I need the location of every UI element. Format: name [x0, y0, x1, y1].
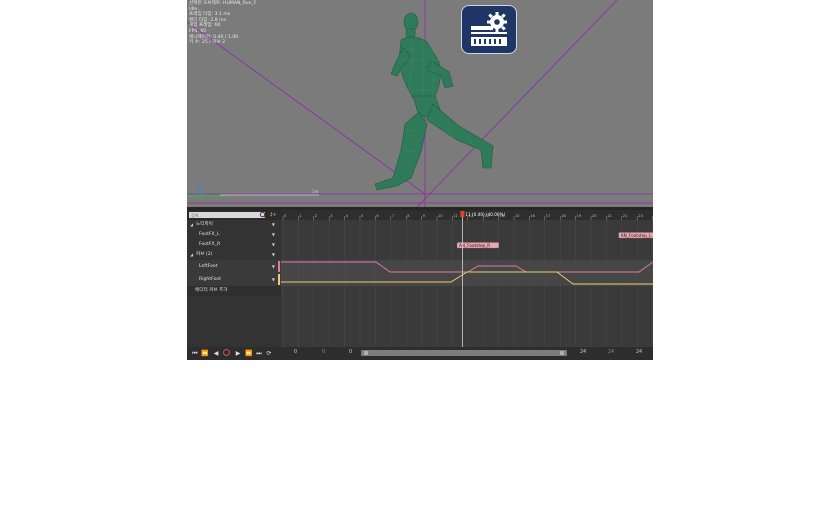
curve-color-swatch [278, 261, 280, 272]
ruler-tick-label: 22 [623, 214, 628, 218]
dropdown-arrow-icon[interactable]: ▼ [272, 240, 275, 250]
search-icon[interactable] [259, 211, 267, 219]
track-search-row: ‡+ [187, 210, 281, 220]
track-row-footfx-r[interactable]: FootFX_R ▼ [187, 240, 281, 250]
curve-row-leftfoot[interactable]: LeftFoot ▼ [187, 260, 281, 273]
ruler-tick-label: 23 [638, 214, 643, 218]
timeline-canvas[interactable]: 0123456789101112131415161718192021222324… [281, 210, 653, 360]
ruler-tick-label: 21 [607, 214, 612, 218]
skip-to-start-button[interactable]: ⏮ [191, 350, 199, 357]
view-end-field[interactable]: 24 [608, 350, 614, 356]
scrollbar-handle-left [364, 351, 368, 355]
collapse-triangle-icon[interactable]: ◢ [190, 220, 193, 230]
previous-key-button[interactable]: ⏪ [201, 350, 209, 357]
dropdown-arrow-icon[interactable]: ▼ [272, 230, 275, 240]
skip-to-end-button[interactable]: ⏭ [255, 350, 263, 357]
range-end-field[interactable]: 24 [636, 350, 642, 356]
ruler-tick-label: 3 [330, 214, 332, 218]
stats-line: 키 수: 25 / 커브 2 [189, 40, 226, 46]
ruler-tick-label: 20 [592, 214, 597, 218]
ruler-tick-label: 19 [577, 214, 582, 218]
add-editor-curve-row[interactable]: 에디터 커브 추가 [187, 286, 281, 296]
notify-event-label: AN_Footstep_R [459, 243, 490, 248]
ruler-tick-label: 16 [530, 214, 535, 218]
ruler-tick-label: 10 [438, 214, 443, 218]
track-row-footfx-l[interactable]: FootFX_L ▼ [187, 230, 281, 240]
track-group-label: 커브 (2) [196, 252, 213, 257]
ruler-tick-label: 15 [515, 214, 520, 218]
playhead-label: 11 (0.40) (40.00%) [465, 212, 505, 217]
curve-label: RightFoot [199, 277, 221, 282]
gear-toolbar-icon [471, 12, 507, 46]
work-start-field[interactable]: 0 [349, 350, 352, 356]
timeline-scrollbar[interactable] [361, 350, 567, 356]
ruler-tick-label: 5 [361, 214, 363, 218]
track-label: FootFX_R [199, 242, 221, 247]
filter-icon[interactable]: ‡+ [270, 212, 277, 218]
collapse-triangle-icon[interactable]: ◢ [190, 250, 193, 260]
next-key-button[interactable]: ⏩ [245, 350, 253, 357]
timeline-area[interactable]: 0123456789101112131415161718192021222324… [281, 210, 653, 360]
play-button[interactable]: ▶ [234, 350, 242, 357]
add-curve-label: 에디터 커브 추가 [195, 288, 228, 293]
transport-controls: ⏮ ⏪ ◀ ▶ ⏩ ⏭ ⟳ [187, 347, 281, 360]
ruler-tick-label: 18 [561, 214, 566, 218]
ruler-tick-label: 1 [299, 214, 301, 218]
scrollbar-handle-right [560, 351, 564, 355]
3d-viewport[interactable]: 1m 선택된 오브젝트: HUMAN_Run_F Idle… 프레임 타임: 3… [187, 0, 653, 207]
track-group-notifies[interactable]: ◢ 노티파이 ▼ [187, 220, 281, 230]
record-button[interactable] [223, 349, 230, 356]
viewport-settings-button[interactable] [461, 5, 517, 54]
viewport-stats-overlay: 선택된 오브젝트: HUMAN_Run_F Idle… 프레임 타임: 3.1 … [189, 1, 256, 46]
track-list-panel: ‡+ ◢ 노티파이 ▼ FootFX_L ▼ FootFX_R ▼ ◢ 커브 (… [187, 210, 281, 360]
dropdown-arrow-icon[interactable]: ▼ [272, 220, 275, 230]
svg-text:1m: 1m [312, 189, 319, 194]
scene-render: 1m [187, 0, 653, 207]
ruler-tick-label: 17 [546, 214, 551, 218]
work-end-field[interactable]: 24 [580, 350, 586, 356]
dropdown-arrow-icon[interactable]: ▼ [272, 250, 275, 260]
dropdown-arrow-icon[interactable]: ▼ [272, 260, 275, 273]
curve-row-rightfoot[interactable]: RightFoot ▼ [187, 273, 281, 286]
animation-editor: 1m 선택된 오브젝트: HUMAN_Run_F Idle… 프레임 타임: 3… [187, 0, 653, 360]
track-search-input[interactable] [189, 212, 265, 218]
range-start-field[interactable]: 0 [294, 350, 297, 356]
notify-event-label: AN_Footstep_L [621, 233, 652, 238]
loop-button[interactable]: ⟳ [265, 350, 273, 357]
curve-color-swatch [278, 274, 280, 285]
guide-line-left [187, 21, 426, 195]
track-group-curves[interactable]: ◢ 커브 (2) ▼ [187, 250, 281, 260]
track-label: FootFX_L [199, 232, 220, 237]
play-reverse-button[interactable]: ◀ [212, 350, 220, 357]
ruler-tick-label: 7 [392, 214, 394, 218]
curve-label: LeftFoot [199, 264, 218, 269]
view-start-field[interactable]: 0 [322, 350, 325, 356]
dropdown-arrow-icon[interactable]: ▼ [272, 273, 275, 286]
stats-line: 선택된 오브젝트: HUMAN_Run_F [189, 1, 257, 6]
ruler-tick-label: 2 [315, 214, 317, 218]
track-group-label: 노티파이 [196, 222, 213, 227]
ruler-tick-label: 11 [453, 214, 458, 218]
